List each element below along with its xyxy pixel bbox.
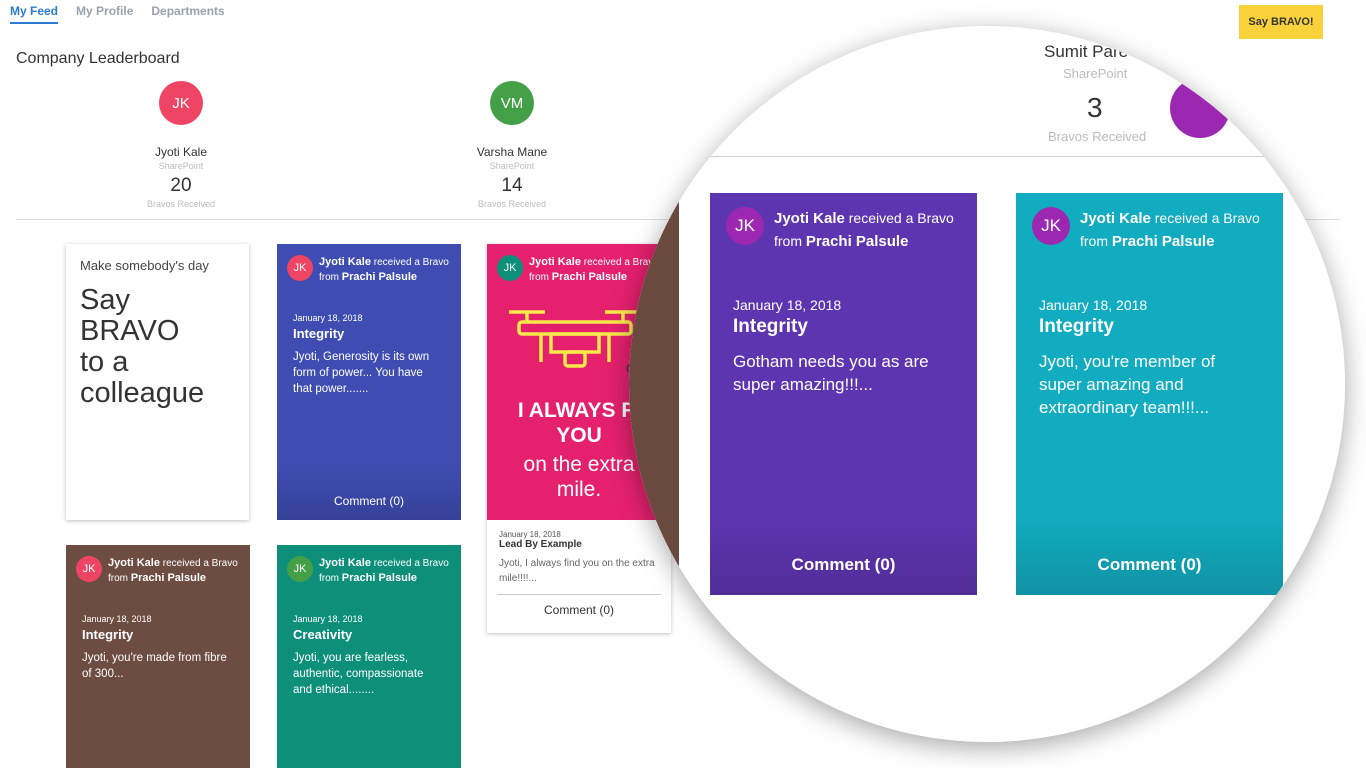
leader-name: Jyoti Kale [154,145,208,159]
avatar: JK [497,255,523,281]
received-text: received a Bravo [373,558,449,569]
headline-line: BRAVO [80,315,180,347]
avatar: VM [490,81,534,125]
card-header: JK Jyoti Kale received a Bravo from Prac… [1016,193,1283,253]
card-header-text: Jyoti Kale received a Bravo from Prachi … [108,556,238,586]
card-header: JK Jyoti Kale received a Bravo from Prac… [710,193,977,253]
bravo-card[interactable]: JK Jyoti Kale received a Bravo from Prac… [277,244,461,520]
from-text: from [774,233,802,249]
bravo-card[interactable]: JK Jyoti Kale received a Bravo from Prac… [1016,193,1283,595]
leader-count: 20 [170,175,192,196]
card-value: Integrity [293,326,345,341]
magnified-card-edge [629,200,679,742]
card-header-text: Jyoti Kale received a Bravo from Prachi … [319,255,449,285]
leaderboard-divider [629,156,1345,157]
card-value: Integrity [82,627,134,642]
card-message: Jyoti, Generosity is its own form of pow… [293,351,430,395]
top-nav: My Feed My Profile Departments [10,4,225,24]
leader-name: Varsha Mane [476,145,548,159]
avatar: JK [287,556,313,582]
tab-my-profile[interactable]: My Profile [76,4,133,24]
giver-name: Prachi Palsule [341,572,417,584]
receiver-name: Jyoti Kale [319,557,371,569]
receiver-name: Jyoti Kale [774,210,845,227]
giver-name: Prachi Palsule [1111,233,1215,250]
card-header-text: Jyoti Kale received a Bravo from Prachi … [774,207,954,253]
leader-count-label: Bravos Received [477,199,547,209]
avatar: JK [159,81,203,125]
from-text: from [529,272,549,283]
card-header-text: Jyoti Kale received a Bravo from Prachi … [319,556,449,586]
card-value: Integrity [733,316,808,337]
leader-count: 14 [501,175,523,196]
card-date: January 18, 2018 [293,313,363,323]
leaderboard-title: Company Leaderboard [16,50,180,67]
comment-link[interactable]: Comment (0) [1016,555,1283,575]
giver-name: Prachi Palsule [341,271,417,283]
received-text: received a Bravo [1154,210,1260,226]
comment-link[interactable]: Comment (0) [710,555,977,575]
card-shade [277,460,461,520]
tab-departments[interactable]: Departments [151,4,224,24]
card-date: January 18, 2018 [1039,297,1148,313]
giver-name: Prachi Palsule [551,271,627,283]
bravo-card[interactable]: JK Jyoti Kale received a Bravo from Prac… [66,545,250,768]
card-date: January 18, 2018 [733,297,842,313]
receiver-name: Jyoti Kale [108,557,160,569]
bravo-card[interactable]: JK Jyoti Kale received a Bravo from Prac… [710,193,977,595]
magnifier-lens: Sumit Pare SharePoint 3 Bravos Received … [629,26,1345,742]
from-text: from [319,573,339,584]
drone-icon [509,310,641,368]
leader-count: 3 [1087,92,1103,123]
leader-dept: SharePoint [158,161,204,171]
card-header: JK Jyoti Kale received a Bravo from Prac… [277,244,461,285]
leader-card[interactable]: VM Varsha Mane SharePoint 14 Bravos Rece… [422,81,602,209]
from-text: from [319,272,339,283]
card-header-text: Jyoti Kale received a Bravo from Prachi … [1080,207,1260,253]
leader-dept: SharePoint [1063,66,1128,81]
card-value: Integrity [1039,316,1114,337]
make-day-label: Make somebody's day [80,258,209,273]
avatar: JK [76,556,102,582]
card-value: Creativity [293,627,353,642]
receiver-name: Jyoti Kale [319,256,371,268]
card-message: Jyoti, you are fearless, authentic, comp… [293,652,424,696]
card-message: Jyoti, you're made from fibre of 300... [82,652,227,680]
card-date: January 18, 2018 [82,614,152,624]
avatar: JK [1032,207,1070,245]
comment-link[interactable]: Comment (0) [277,494,461,508]
headline-line: to a [80,346,129,378]
card-header: JK Jyoti Kale received a Bravo from Prac… [66,545,250,586]
avatar: JK [726,207,764,245]
receiver-name: Jyoti Kale [1080,210,1151,227]
avatar: JK [287,255,313,281]
say-bravo-card[interactable]: Make somebody's day Say BRAVO to a colle… [66,244,249,520]
tab-my-feed[interactable]: My Feed [10,4,59,24]
received-text: received a Bravo [373,257,449,268]
giver-name: Prachi Palsule [130,572,206,584]
received-text: received a Bravo [848,210,954,226]
receiver-name: Jyoti Kale [529,256,581,268]
leader-card[interactable]: JK Jyoti Kale SharePoint 20 Bravos Recei… [91,81,271,209]
from-text: from [108,573,128,584]
leader-dept: SharePoint [489,161,535,171]
card-header: JK Jyoti Kale received a Bravo from Prac… [277,545,461,586]
leader-count-label: Bravos Received [1048,129,1147,144]
say-bravo-headline: Say BRAVO to a colleague [80,285,235,409]
leader-count-label: Bravos Received [146,199,216,209]
card-message: Jyoti, you're member of super amazing an… [1039,352,1216,417]
leader-name: Sumit Pare [1044,42,1129,61]
bravo-card[interactable]: JK Jyoti Kale received a Bravo from Prac… [277,545,461,768]
card-date: January 18, 2018 [293,614,363,624]
card-message: Gotham needs you as are super amazing!!!… [733,352,929,394]
from-text: from [1080,233,1108,249]
avatar [1170,78,1230,138]
headline-line: colleague [80,377,205,409]
giver-name: Prachi Palsule [805,233,909,250]
headline-line: Say [80,284,130,316]
received-text: received a Bravo [162,558,238,569]
magnifier-content: Sumit Pare SharePoint 3 Bravos Received … [629,26,1345,742]
